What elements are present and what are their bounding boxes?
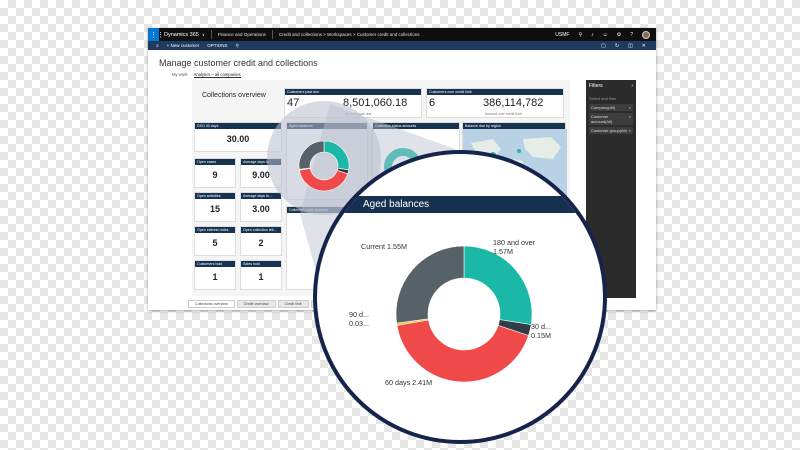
aged-slice-current[interactable]	[395, 245, 465, 324]
aged-balances-donut	[395, 245, 533, 383]
label-90-days: 90 d... 0.03...	[349, 310, 369, 328]
aged-slice-60-days[interactable]	[396, 319, 529, 383]
label-30-days: 30 d... 0.15M	[531, 322, 551, 340]
magnified-aged-balances: Aged balances Current 1.55M 180 and over…	[313, 150, 607, 444]
aged-slice-180-and-over[interactable]	[463, 245, 533, 325]
label-current: Current 1.55M	[361, 242, 407, 251]
label-180-over: 180 and over 1.57M	[493, 238, 535, 256]
label-60-days: 60 days 2.41M	[385, 378, 433, 387]
